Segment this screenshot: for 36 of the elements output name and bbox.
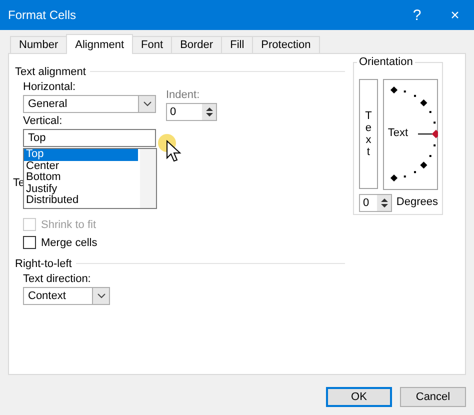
checkbox-label: Merge cells xyxy=(41,236,98,248)
field-label: Indent: xyxy=(166,88,200,103)
group-title: Right-to-left xyxy=(15,258,72,270)
close-button[interactable]: × xyxy=(436,0,474,30)
tab[interactable]: Alignment xyxy=(66,34,134,54)
help-button[interactable]: ? xyxy=(398,0,436,30)
horizontal-dropdown[interactable]: General xyxy=(23,95,156,113)
window-title: Format Cells xyxy=(8,8,76,22)
field-label: Horizontal: xyxy=(23,80,76,95)
spin-arrows-icon xyxy=(380,197,389,209)
spin-arrows-icon xyxy=(204,106,214,118)
indent-spinner[interactable]: 0 xyxy=(166,103,217,121)
list-option[interactable]: Center xyxy=(24,160,138,172)
tab[interactable]: Protection xyxy=(252,36,320,53)
vertical-dropdown[interactable]: Top xyxy=(23,129,156,147)
field-label: Text direction: xyxy=(23,272,91,287)
list-option[interactable]: Justify xyxy=(24,184,138,195)
checkbox[interactable] xyxy=(23,236,36,249)
field-label: Vertical: xyxy=(23,114,62,129)
scrollbar[interactable] xyxy=(140,149,156,208)
chevron-icon xyxy=(96,293,106,299)
group-title: Text alignment xyxy=(15,66,86,78)
text-direction-dropdown[interactable]: Context xyxy=(23,287,110,305)
vertical-text-button[interactable]: Text xyxy=(359,79,378,189)
orientation-dial[interactable]: Text xyxy=(382,79,438,190)
list-option[interactable]: Distributed xyxy=(24,195,138,206)
field-label: Degrees xyxy=(396,195,438,210)
chevron-icon xyxy=(142,101,152,107)
ok-button[interactable]: OK xyxy=(326,387,392,407)
checkbox-label: Shrink to fit xyxy=(41,218,96,230)
group-title: Orientation xyxy=(357,56,415,68)
degrees-spinner[interactable]: 0 xyxy=(359,194,392,212)
cancel-button[interactable]: Cancel xyxy=(400,387,466,407)
tab[interactable]: Number xyxy=(10,36,68,53)
list-option[interactable]: Bottom xyxy=(24,172,138,184)
list-option[interactable]: Top xyxy=(24,149,138,160)
